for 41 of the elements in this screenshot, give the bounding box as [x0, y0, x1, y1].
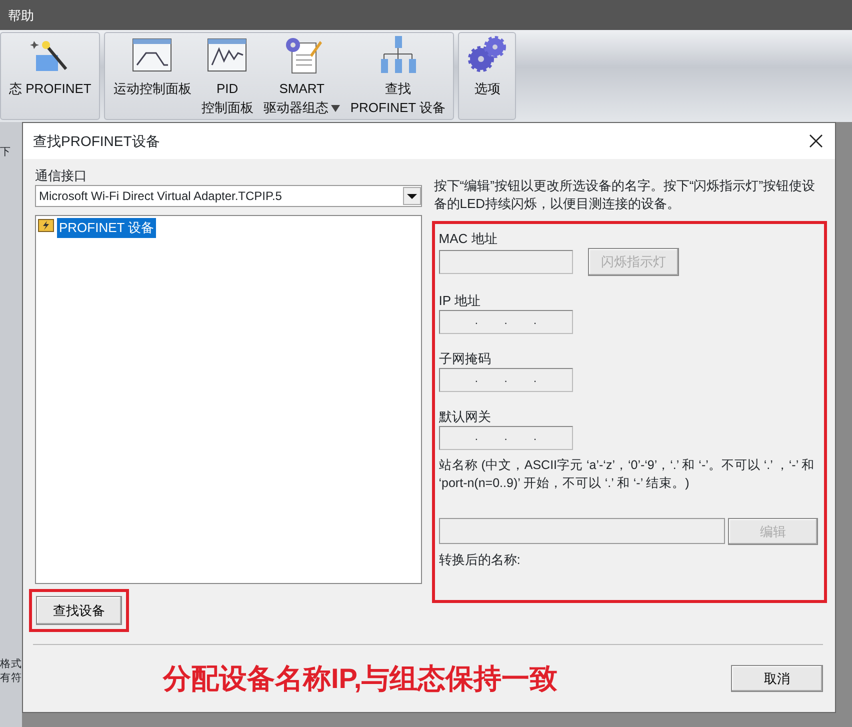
- separator-text: .: [474, 314, 478, 330]
- ribbon-button[interactable]: 查找 PROFINET 设备: [346, 33, 450, 119]
- find-devices-button[interactable]: 查找设备: [36, 596, 122, 625]
- ip-address-field[interactable]: . . .: [438, 368, 573, 392]
- separator-text: .: [474, 372, 478, 388]
- separator-text: .: [474, 430, 478, 446]
- separator-text: .: [504, 430, 508, 446]
- ribbon-button[interactable]: PID 控制面板: [197, 33, 258, 119]
- ribbon-button[interactable]: 态 PROFINET: [5, 33, 96, 119]
- instructions-text: 按下“编辑”按钮以更改所选设备的名字。按下“闪烁指示灯”按钮使设备的LED持续闪烁，以便目测连接的设备。: [432, 177, 816, 213]
- gears-icon: [467, 35, 508, 75]
- ip-address-field[interactable]: . . .: [438, 426, 573, 450]
- background-label: 有符: [0, 672, 22, 684]
- folder-icon: [38, 218, 54, 232]
- field-label: 子网掩码: [438, 350, 492, 368]
- tree-item[interactable]: PROFINET 设备: [57, 218, 156, 238]
- ribbon-button[interactable]: 运动控制面板: [109, 33, 196, 119]
- background-label: 格式: [0, 658, 22, 670]
- mac-address-field[interactable]: [438, 250, 573, 274]
- station-name-field[interactable]: [438, 518, 725, 544]
- ip-address-field[interactable]: . . .: [438, 310, 573, 334]
- converted-name-label: 转换后的名称:: [438, 551, 522, 569]
- field-label: MAC 地址: [438, 230, 498, 248]
- separator-text: .: [504, 314, 508, 330]
- separator-text: .: [534, 372, 537, 388]
- separator-text: .: [534, 430, 537, 446]
- dialog-title: 查找PROFINET设备: [33, 132, 160, 150]
- interface-dropdown[interactable]: Microsoft Wi-Fi Direct Virtual Adapter.TCPIP.5: [35, 185, 422, 207]
- close-icon[interactable]: [809, 134, 823, 148]
- ribbon-button[interactable]: 选项: [463, 33, 512, 119]
- cancel-button[interactable]: 取消: [731, 664, 823, 692]
- field-label: 默认网关: [438, 408, 492, 426]
- annotation-text: 分配设备名称IP,与组态保持一致: [163, 662, 558, 696]
- ribbon-button[interactable]: SMART 驱动器组态: [259, 33, 344, 119]
- field-label: 通信接口: [35, 167, 88, 185]
- menu-item[interactable]: 帮助: [0, 0, 852, 30]
- station-name-label: 站名称 (中文，ASCII字元 ‘a’-‘z’，‘0’-‘9’，‘.’ 和 ‘-’。不可以 ‘.’ ，‘-’ 和 ‘port-n(n=0..9)’ 开始，不可以 ‘.’ 和 ‘-’ 结束。): [438, 456, 816, 492]
- separator-text: .: [534, 314, 537, 330]
- background-label: 下: [0, 146, 12, 158]
- field-label: IP 地址: [438, 292, 482, 310]
- separator-text: .: [504, 372, 508, 388]
